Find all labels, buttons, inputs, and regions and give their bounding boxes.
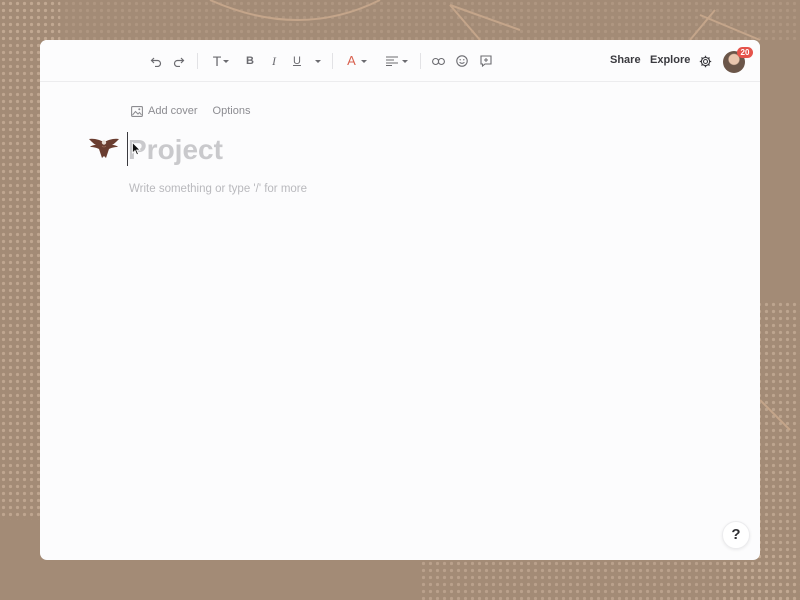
editor-window: T B I U A Share Explore 20 Add cover Opt… xyxy=(40,40,760,560)
link-icon xyxy=(431,57,445,65)
explore-button[interactable]: Explore xyxy=(650,54,690,66)
gear-icon xyxy=(699,55,711,67)
eagle-icon[interactable] xyxy=(88,136,120,160)
toolbar-separator xyxy=(332,53,333,69)
redo-icon xyxy=(173,57,185,67)
underline-icon: U xyxy=(293,55,301,67)
undo-button[interactable] xyxy=(148,52,164,70)
share-button[interactable]: Share xyxy=(610,54,641,66)
italic-icon: I xyxy=(272,54,276,68)
underline-button[interactable]: U xyxy=(290,52,304,70)
text-style-icon: T xyxy=(212,53,222,69)
add-comment-icon xyxy=(480,55,492,67)
emoji-button[interactable] xyxy=(454,52,470,70)
chevron-down-icon xyxy=(223,59,230,63)
redo-button[interactable] xyxy=(171,52,187,70)
align-left-icon xyxy=(386,56,398,66)
add-cover-button[interactable]: Add cover xyxy=(131,105,198,117)
mouse-pointer-icon xyxy=(132,142,141,156)
settings-button[interactable] xyxy=(697,52,713,70)
italic-button[interactable]: I xyxy=(267,52,281,70)
toolbar-separator xyxy=(197,53,198,69)
page-title[interactable]: Project xyxy=(128,134,223,166)
chevron-down-icon xyxy=(402,59,408,63)
toolbar: T B I U A Share Explore 20 xyxy=(40,40,760,82)
notification-badge: 20 xyxy=(737,47,753,58)
link-button[interactable] xyxy=(430,52,446,70)
chevron-down-icon xyxy=(360,59,367,63)
text-color-icon: A xyxy=(347,53,356,68)
toolbar-separator xyxy=(420,53,421,69)
bold-button[interactable]: B xyxy=(243,52,257,70)
text-color-dropdown[interactable]: A xyxy=(343,52,371,70)
chevron-down-icon xyxy=(315,59,321,63)
bold-icon: B xyxy=(246,55,254,67)
undo-icon xyxy=(150,57,162,67)
more-formatting-dropdown[interactable] xyxy=(311,52,323,70)
image-icon xyxy=(131,105,143,117)
help-button[interactable]: ? xyxy=(722,521,750,549)
page-body-input[interactable]: Write something or type '/' for more xyxy=(129,183,307,195)
options-button[interactable]: Options xyxy=(213,105,251,117)
text-style-dropdown[interactable]: T xyxy=(208,52,234,70)
add-comment-button[interactable] xyxy=(478,52,494,70)
add-cover-label: Add cover xyxy=(148,105,198,117)
align-dropdown[interactable] xyxy=(383,52,411,70)
page-actions: Add cover Options xyxy=(131,105,250,117)
emoji-icon xyxy=(456,55,468,67)
